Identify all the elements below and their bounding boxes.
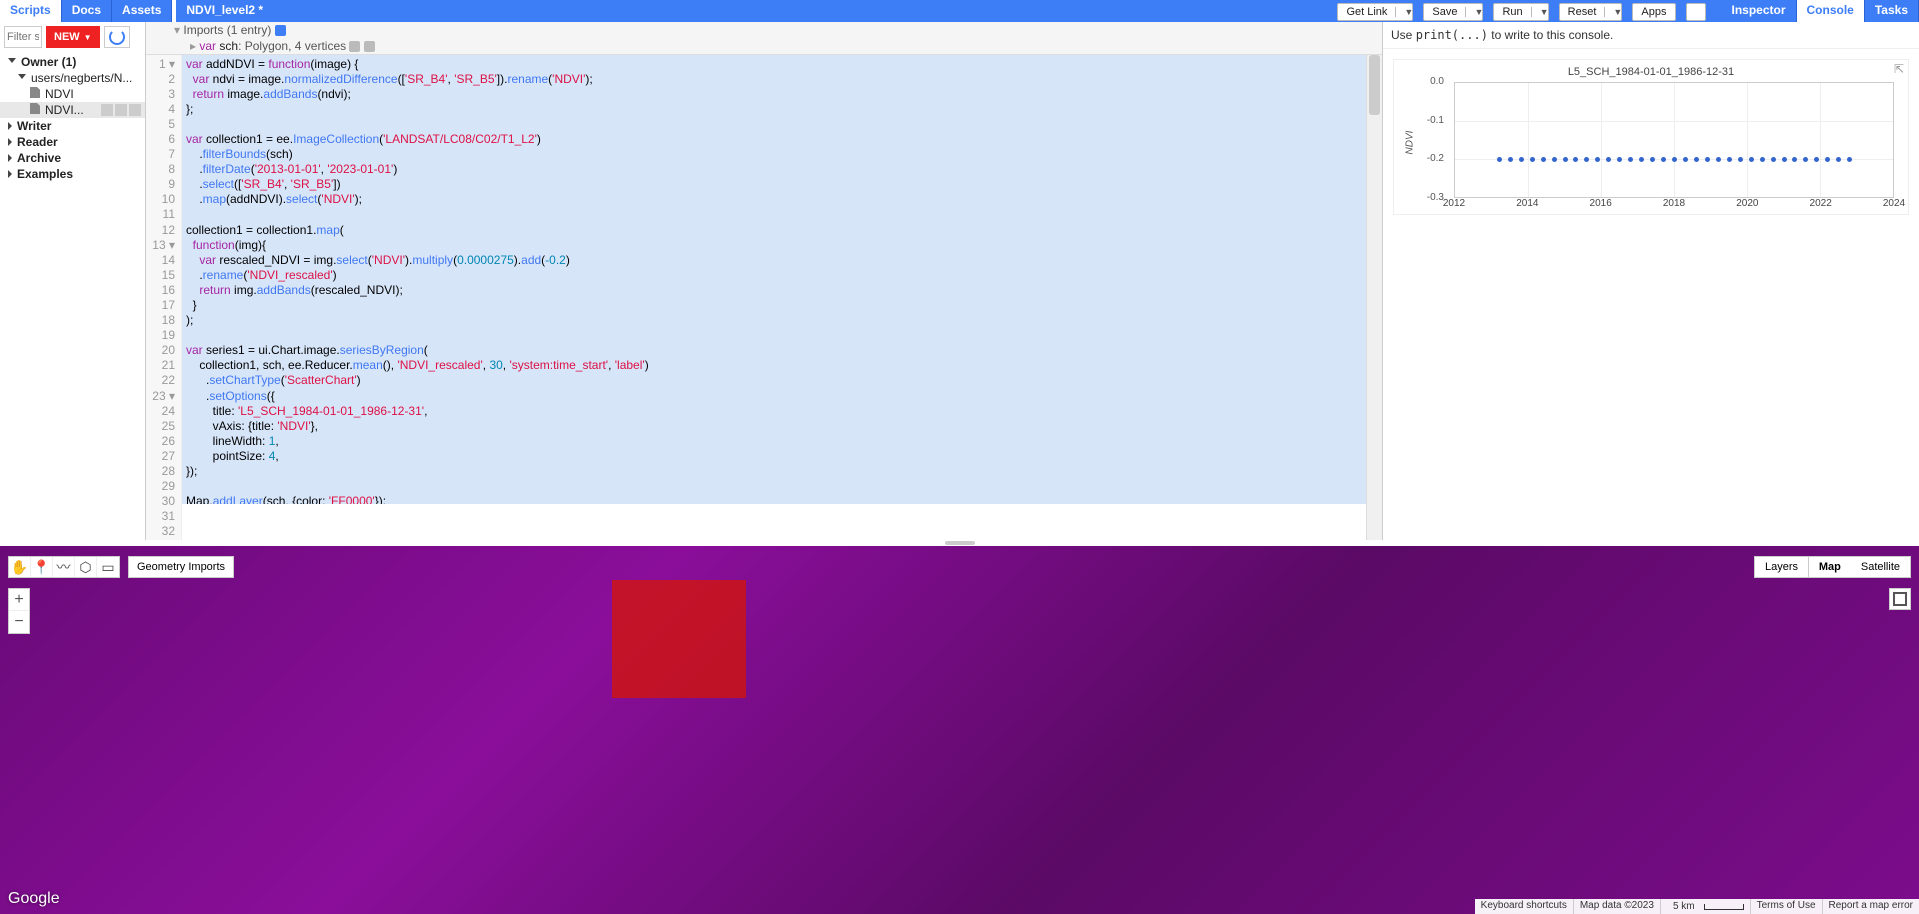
geom-settings-icon[interactable]: [364, 41, 375, 52]
archive-folder[interactable]: Archive: [0, 150, 145, 166]
console-tip: Use print(...) to write to this console.: [1383, 22, 1919, 49]
file-title: NDVI_level2 *: [172, 0, 273, 22]
map-type-toggle: Map Satellite: [1808, 556, 1911, 578]
tab-docs[interactable]: Docs: [62, 0, 112, 22]
report-error-link[interactable]: Report a map error: [1822, 899, 1919, 914]
imports-indicator-icon: [275, 25, 286, 36]
geometry-imports-button[interactable]: Geometry Imports: [128, 556, 234, 578]
tab-inspector[interactable]: Inspector: [1722, 0, 1797, 22]
chart-area: NDVI 0.0-0.1-0.2-0.3 2012201420162018202…: [1404, 82, 1898, 212]
save-button[interactable]: Save▼: [1423, 3, 1483, 21]
run-button[interactable]: Run▼: [1493, 3, 1548, 21]
chart-card: ⇱ L5_SCH_1984-01-01_1986-12-31 NDVI 0.0-…: [1393, 59, 1909, 215]
script-file-ndvi2[interactable]: NDVI...: [0, 102, 145, 118]
chart-popout-icon[interactable]: ⇱: [1894, 62, 1904, 76]
geometry-tools: ✋ 📍 〰 ⬡ ▭: [8, 556, 120, 578]
map-type-satellite[interactable]: Satellite: [1851, 557, 1910, 577]
code-area[interactable]: var addNDVI = function(image) { var ndvi…: [182, 55, 1382, 540]
filter-scripts-input[interactable]: [4, 26, 42, 48]
left-tabs: ScriptsDocsAssets: [0, 0, 172, 22]
line-tool[interactable]: 〰: [53, 557, 75, 577]
scripts-tree: Owner (1) users/negberts/N... NDVI NDVI.…: [0, 52, 145, 184]
console-panel: Use print(...) to write to this console.…: [1383, 22, 1919, 540]
refresh-button[interactable]: [104, 26, 130, 48]
imports-bar[interactable]: ▾ Imports (1 entry) ▸ var sch: var sch: …: [146, 22, 1382, 55]
history-icon[interactable]: [101, 104, 113, 116]
apps-button[interactable]: Apps: [1632, 3, 1675, 21]
map-canvas[interactable]: ✋ 📍 〰 ⬡ ▭ Geometry Imports + − Layers Ma…: [0, 546, 1919, 914]
fullscreen-button[interactable]: [1889, 588, 1911, 610]
pan-tool[interactable]: ✋: [9, 557, 31, 577]
geom-edit-icon[interactable]: [349, 41, 360, 52]
examples-folder[interactable]: Examples: [0, 166, 145, 182]
reset-button[interactable]: Reset▼: [1559, 3, 1623, 21]
owner-folder[interactable]: Owner (1): [0, 54, 145, 70]
reader-folder[interactable]: Reader: [0, 134, 145, 150]
right-tabs: InspectorConsoleTasks: [1722, 0, 1919, 22]
new-script-button[interactable]: NEW▼: [46, 26, 100, 48]
rectangle-tool[interactable]: ▭: [97, 557, 119, 577]
writer-folder[interactable]: Writer: [0, 118, 145, 134]
zoom-in-button[interactable]: +: [9, 589, 29, 611]
polygon-tool[interactable]: ⬡: [75, 557, 97, 577]
script-file-ndvi[interactable]: NDVI: [0, 86, 145, 102]
point-tool[interactable]: 📍: [31, 557, 53, 577]
get-link-button[interactable]: Get Link▼: [1337, 3, 1413, 21]
chart-title: L5_SCH_1984-01-01_1986-12-31: [1404, 66, 1898, 78]
map-data: Map data ©2023: [1573, 899, 1660, 914]
layers-button[interactable]: Layers: [1754, 556, 1809, 578]
scripts-panel: NEW▼ Owner (1) users/negberts/N... NDVI …: [0, 22, 146, 540]
tab-tasks[interactable]: Tasks: [1865, 0, 1919, 22]
user-folder[interactable]: users/negberts/N...: [0, 70, 145, 86]
gear-icon: ⚙: [1690, 5, 1701, 19]
map-type-map[interactable]: Map: [1809, 557, 1851, 577]
delete-icon[interactable]: [129, 104, 141, 116]
map-attribution: Keyboard shortcuts Map data ©2023 5 km T…: [1475, 899, 1919, 914]
line-gutter: 1 ▾2345678910111213 ▾1415161718192021222…: [146, 55, 182, 540]
keyboard-shortcuts-link[interactable]: Keyboard shortcuts: [1475, 899, 1573, 914]
map-scale: 5 km: [1660, 899, 1750, 914]
geometry-overlay: [612, 580, 746, 698]
zoom-out-button[interactable]: −: [9, 611, 29, 633]
code-editor: ▾ Imports (1 entry) ▸ var sch: var sch: …: [146, 22, 1383, 540]
edit-icon[interactable]: [115, 104, 127, 116]
terms-link[interactable]: Terms of Use: [1750, 899, 1822, 914]
editor-scrollbar[interactable]: [1366, 55, 1382, 540]
tab-scripts[interactable]: Scripts: [0, 0, 62, 22]
tab-console[interactable]: Console: [1797, 0, 1865, 22]
zoom-control: + −: [8, 588, 30, 634]
editor-toolbar: Get Link▼ Save▼ Run▼ Reset▼ Apps ⚙: [1331, 0, 1711, 22]
tab-assets[interactable]: Assets: [112, 0, 172, 22]
settings-button[interactable]: ⚙: [1686, 3, 1706, 21]
google-logo: Google: [8, 890, 60, 908]
